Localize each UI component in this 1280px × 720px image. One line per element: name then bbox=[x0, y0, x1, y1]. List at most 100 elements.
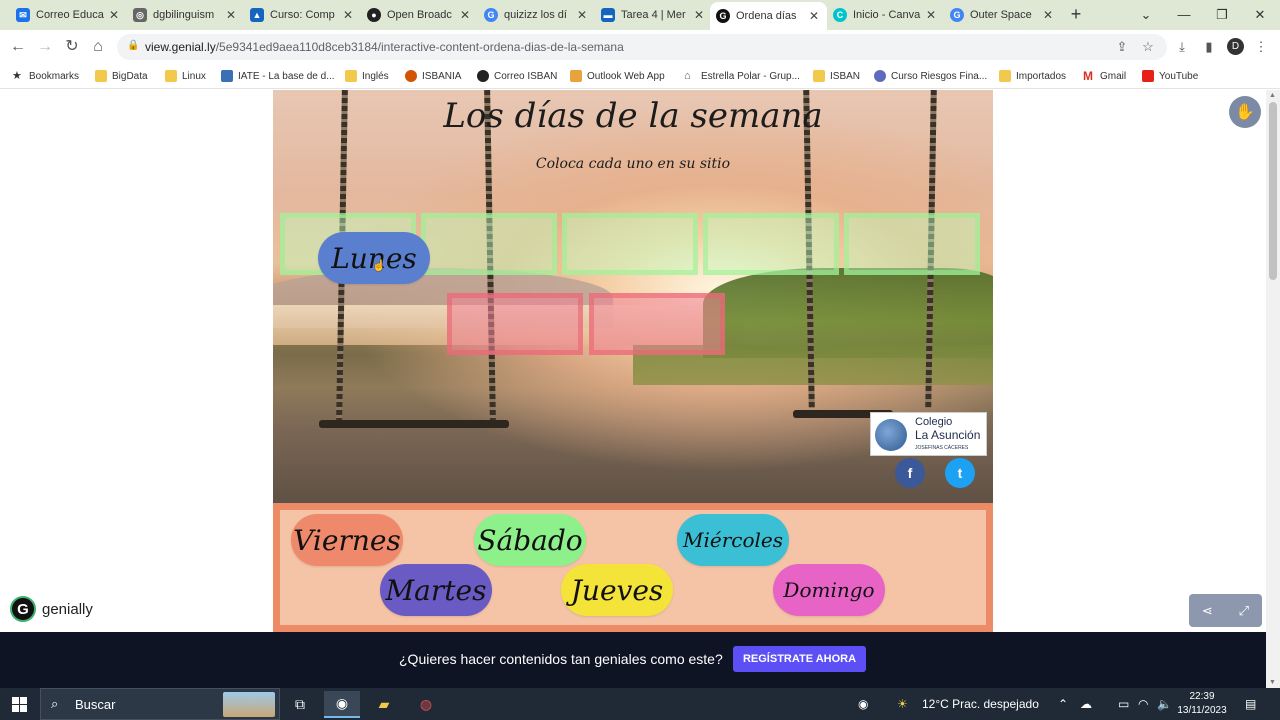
tab-canva[interactable]: C Inicio - Canva ✕ bbox=[827, 2, 944, 28]
bookmark-linux[interactable]: Linux bbox=[165, 68, 206, 84]
scroll-down-icon[interactable]: ▼ bbox=[1269, 679, 1276, 686]
mouse-cursor-icon: ☝ bbox=[372, 260, 386, 272]
day-chip-jueves[interactable]: Jueves bbox=[561, 564, 673, 616]
day-chip-martes[interactable]: Martes bbox=[380, 564, 492, 616]
weather-icon: ☀ bbox=[897, 697, 908, 711]
bookmark-estrella-polar[interactable]: ⌂ Estrella Polar - Grup... bbox=[684, 68, 800, 84]
bookmark-ingles[interactable]: Inglés bbox=[345, 68, 389, 84]
close-tab-icon[interactable]: ✕ bbox=[458, 8, 472, 22]
board-icon: ▬ bbox=[601, 8, 615, 22]
twitter-icon[interactable]: t bbox=[945, 458, 975, 488]
windows-start-icon[interactable] bbox=[12, 697, 27, 712]
bookmark-isban[interactable]: ISBAN bbox=[813, 68, 860, 84]
drop-slot-6[interactable] bbox=[447, 293, 583, 355]
close-tab-icon[interactable]: ✕ bbox=[1041, 8, 1055, 22]
task-view-icon[interactable]: ⧉ bbox=[282, 691, 318, 718]
facebook-icon[interactable]: f bbox=[895, 458, 925, 488]
day-chip-sabado[interactable]: Sábado bbox=[474, 514, 586, 566]
course-icon bbox=[874, 70, 886, 82]
forward-icon[interactable]: → bbox=[34, 36, 56, 58]
tab-ordena-dias[interactable]: G Ordena días ✕ bbox=[710, 2, 827, 30]
bookmark-gmail[interactable]: M Gmail bbox=[1083, 68, 1126, 84]
tab-dgbilinguism[interactable]: ◎ dgbilinguism ✕ bbox=[127, 2, 244, 28]
home-icon[interactable]: ⌂ bbox=[87, 36, 109, 58]
day-chip-domingo[interactable]: Domingo bbox=[773, 564, 885, 616]
close-tab-icon[interactable]: ✕ bbox=[924, 8, 938, 22]
drop-slot-7[interactable] bbox=[589, 293, 725, 355]
close-tab-icon[interactable]: ✕ bbox=[692, 8, 706, 22]
bookmark-outlook[interactable]: Outlook Web App bbox=[570, 68, 665, 84]
drop-slot-3[interactable] bbox=[562, 213, 698, 275]
tab-quizizz[interactable]: G quizizz los dí ✕ bbox=[478, 2, 595, 28]
banner-question: ¿Quieres hacer contenidos tan geniales c… bbox=[399, 651, 723, 667]
share-icon[interactable]: ⋖ bbox=[1202, 603, 1213, 619]
bookmark-importados[interactable]: Importados bbox=[999, 68, 1066, 84]
new-tab-button[interactable]: + bbox=[1066, 5, 1086, 25]
register-button[interactable]: REGÍSTRATE AHORA bbox=[733, 646, 866, 672]
volume-icon[interactable]: 🔈 bbox=[1157, 697, 1172, 711]
day-chip-viernes[interactable]: Viernes bbox=[291, 514, 403, 566]
mail-icon: ✉ bbox=[16, 8, 30, 22]
download-icon[interactable]: ⤓ bbox=[1172, 37, 1192, 57]
scrollbar-thumb[interactable] bbox=[1269, 102, 1277, 280]
bookmark-youtube[interactable]: YouTube bbox=[1142, 68, 1198, 84]
bookmark-star-icon[interactable]: ☆ bbox=[1138, 37, 1158, 57]
bookmark-isbania[interactable]: ISBANIA bbox=[405, 68, 461, 84]
isbania-icon bbox=[405, 70, 417, 82]
back-icon[interactable]: ← bbox=[7, 36, 29, 58]
reload-icon[interactable]: ↻ bbox=[61, 36, 83, 58]
close-tab-icon[interactable]: ✕ bbox=[575, 8, 589, 22]
bookmark-curso-riesgos[interactable]: Curso Riesgos Fina... bbox=[874, 68, 987, 84]
day-chip-miercoles[interactable]: Miércoles bbox=[677, 514, 789, 566]
close-window-button[interactable]: ✕ bbox=[1250, 5, 1270, 25]
bookmark-correo-isban[interactable]: Correo ISBAN bbox=[477, 68, 557, 84]
side-panel-icon[interactable]: ▮ bbox=[1199, 37, 1219, 57]
hand-icon[interactable]: ✋ bbox=[1229, 96, 1261, 128]
windows-taskbar: ⌕ Buscar ⧉ ◉ ▰ ◍ ◉ ☀ 12°C Prac. despejad… bbox=[0, 688, 1280, 720]
notifications-icon[interactable]: ▤ bbox=[1245, 697, 1256, 711]
page-scrollbar[interactable]: ▲ ▼ bbox=[1266, 90, 1280, 688]
url-path: /5e9341ed9aea110d8ceb3184/interactive-co… bbox=[215, 40, 624, 54]
weather-status[interactable]: 12°C Prac. despejado bbox=[922, 697, 1039, 711]
drop-slot-5[interactable] bbox=[844, 213, 980, 275]
outlook-icon bbox=[570, 70, 582, 82]
obs-app-icon[interactable]: ◍ bbox=[408, 691, 444, 718]
menu-kebab-icon[interactable]: ⋮ bbox=[1251, 37, 1271, 57]
battery-icon[interactable]: ▭ bbox=[1118, 697, 1129, 711]
close-tab-icon[interactable]: ✕ bbox=[807, 9, 821, 23]
address-bar[interactable]: 🔒 view.genial.ly/5e9341ed9aea110d8ceb318… bbox=[117, 34, 1167, 60]
gmail-icon: M bbox=[1083, 69, 1093, 83]
chrome-tray-icon[interactable]: ◉ bbox=[858, 697, 868, 711]
taskbar-clock[interactable]: 22:39 13/11/2023 bbox=[1176, 690, 1228, 718]
taskbar-search[interactable]: ⌕ Buscar bbox=[40, 688, 280, 720]
tab-open-broadcaster[interactable]: ● Open Broadc ✕ bbox=[361, 2, 478, 28]
tab-tarea4[interactable]: ▬ Tarea 4 | Mer ✕ bbox=[595, 2, 712, 28]
show-hidden-icons[interactable]: ⌃ bbox=[1058, 697, 1068, 711]
file-explorer-icon[interactable]: ▰ bbox=[366, 691, 402, 718]
tab-curso[interactable]: ▲ Curso: Comp ✕ bbox=[244, 2, 361, 28]
bookmark-iate[interactable]: IATE - La base de d... bbox=[221, 68, 335, 84]
bookmark-bookmarks[interactable]: ★ Bookmarks bbox=[12, 68, 79, 84]
wifi-icon[interactable]: ◠ bbox=[1138, 697, 1148, 711]
genially-brand[interactable]: G genially bbox=[10, 596, 93, 622]
profile-avatar[interactable]: D bbox=[1227, 38, 1244, 55]
chrome-app-icon[interactable]: ◉ bbox=[324, 691, 360, 718]
tab-search-icon[interactable]: ⌄ bbox=[1136, 5, 1156, 25]
google-icon: G bbox=[950, 8, 964, 22]
close-tab-icon[interactable]: ✕ bbox=[107, 8, 121, 22]
minimize-button[interactable]: — bbox=[1174, 5, 1194, 25]
drop-slot-2[interactable] bbox=[421, 213, 557, 275]
share-page-icon[interactable]: ⇪ bbox=[1112, 37, 1132, 57]
fullscreen-icon[interactable]: ⤢ bbox=[1239, 603, 1249, 619]
maximize-button[interactable]: ❐ bbox=[1212, 5, 1232, 25]
network-icon[interactable]: ☁ bbox=[1080, 697, 1092, 711]
day-chip-lunes[interactable]: Lunes bbox=[318, 232, 430, 284]
drop-slot-4[interactable] bbox=[703, 213, 839, 275]
bookmark-bigdata[interactable]: BigData bbox=[95, 68, 148, 84]
tab-outer-space[interactable]: G Outer Space ✕ bbox=[944, 2, 1061, 28]
bookmarks-bar: ★ Bookmarks BigData Linux IATE - La base … bbox=[0, 63, 1280, 89]
close-tab-icon[interactable]: ✕ bbox=[224, 8, 238, 22]
tab-correo-educa[interactable]: ✉ Correo Educa ✕ bbox=[10, 2, 127, 28]
scroll-up-icon[interactable]: ▲ bbox=[1269, 92, 1276, 99]
close-tab-icon[interactable]: ✕ bbox=[341, 8, 355, 22]
